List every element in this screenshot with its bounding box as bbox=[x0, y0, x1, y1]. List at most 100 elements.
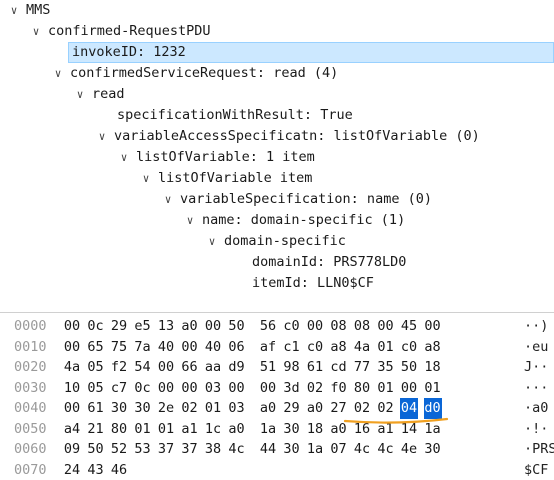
hex-byte[interactable]: 00 bbox=[424, 316, 442, 337]
hex-byte[interactable]: 30 bbox=[283, 419, 301, 440]
hex-byte[interactable]: 4a bbox=[63, 357, 81, 378]
hex-byte[interactable]: c7 bbox=[110, 378, 128, 399]
hex-byte[interactable]: 00 bbox=[63, 316, 81, 337]
hex-byte[interactable]: 75 bbox=[110, 337, 128, 358]
hex-byte[interactable]: 00 bbox=[400, 378, 418, 399]
chevron-down-icon[interactable]: ∨ bbox=[118, 147, 130, 168]
hex-byte[interactable]: 10 bbox=[63, 378, 81, 399]
hex-byte[interactable]: 52 bbox=[110, 439, 128, 460]
hex-byte[interactable]: a8 bbox=[330, 337, 348, 358]
hex-byte[interactable]: 30 bbox=[110, 398, 128, 419]
tree-row[interactable]: domainId: PRS778LD0 bbox=[0, 252, 554, 273]
tree-row[interactable]: ∨ read bbox=[0, 84, 554, 105]
tree-row[interactable]: itemId: LLN0$CF bbox=[0, 273, 554, 294]
hex-byte[interactable]: 05 bbox=[87, 378, 105, 399]
tree-row[interactable]: ∨ variableSpecification: name (0) bbox=[0, 189, 554, 210]
hex-byte[interactable]: 29 bbox=[110, 316, 128, 337]
hex-byte[interactable]: 50 bbox=[228, 316, 246, 337]
hex-byte[interactable]: aa bbox=[204, 357, 222, 378]
hex-byte[interactable]: 4e bbox=[400, 439, 418, 460]
hex-byte[interactable]: 45 bbox=[400, 316, 418, 337]
hex-byte[interactable]: 00 bbox=[181, 337, 199, 358]
hex-byte[interactable]: 08 bbox=[353, 316, 371, 337]
hex-byte[interactable]: a4 bbox=[63, 419, 81, 440]
hex-byte[interactable]: 00 bbox=[204, 316, 222, 337]
hex-byte[interactable]: 56 bbox=[259, 316, 277, 337]
tree-row[interactable]: ∨ MMS bbox=[0, 0, 554, 21]
hex-byte[interactable]: 06 bbox=[228, 337, 246, 358]
hex-byte[interactable]: 1a bbox=[259, 419, 277, 440]
hex-byte[interactable]: 00 bbox=[63, 398, 81, 419]
hex-byte[interactable]: 01 bbox=[204, 398, 222, 419]
chevron-down-icon[interactable]: ∨ bbox=[74, 84, 86, 105]
hex-byte[interactable]: c0 bbox=[400, 337, 418, 358]
hex-byte[interactable]: 44 bbox=[259, 439, 277, 460]
hex-byte[interactable]: 14 bbox=[400, 419, 418, 440]
hex-byte[interactable]: 0c bbox=[134, 378, 152, 399]
tree-row[interactable]: invokeID: 1232 bbox=[0, 42, 554, 63]
hex-byte[interactable]: 01 bbox=[377, 337, 395, 358]
hex-byte[interactable]: a0 bbox=[330, 419, 348, 440]
tree-row[interactable]: ∨ domain-specific bbox=[0, 231, 554, 252]
hex-byte[interactable]: 00 bbox=[228, 378, 246, 399]
hex-byte[interactable]: 37 bbox=[157, 439, 175, 460]
hex-byte[interactable]: 2e bbox=[157, 398, 175, 419]
tree-row[interactable]: ∨ name: domain-specific (1) bbox=[0, 210, 554, 231]
hex-byte[interactable]: 00 bbox=[157, 357, 175, 378]
hex-byte[interactable]: f0 bbox=[330, 378, 348, 399]
chevron-down-icon[interactable]: ∨ bbox=[140, 168, 152, 189]
chevron-down-icon[interactable]: ∨ bbox=[184, 210, 196, 231]
hex-byte[interactable]: 37 bbox=[181, 439, 199, 460]
hex-byte[interactable]: d9 bbox=[228, 357, 246, 378]
hex-byte[interactable]: 46 bbox=[110, 460, 128, 480]
chevron-down-icon[interactable]: ∨ bbox=[96, 126, 108, 147]
hex-byte[interactable]: 30 bbox=[134, 398, 152, 419]
hex-byte[interactable]: 65 bbox=[87, 337, 105, 358]
hex-byte[interactable]: 27 bbox=[330, 398, 348, 419]
hex-byte[interactable]: 50 bbox=[400, 357, 418, 378]
hex-byte[interactable]: 00 bbox=[306, 316, 324, 337]
hex-byte[interactable]: af bbox=[259, 337, 277, 358]
hex-byte[interactable]: 01 bbox=[377, 378, 395, 399]
hex-byte[interactable]: 53 bbox=[134, 439, 152, 460]
hex-byte[interactable]: 05 bbox=[87, 357, 105, 378]
hex-byte[interactable]: 4a bbox=[353, 337, 371, 358]
hex-byte[interactable]: 18 bbox=[424, 357, 442, 378]
hex-byte[interactable]: f2 bbox=[110, 357, 128, 378]
hex-byte[interactable]: 30 bbox=[424, 439, 442, 460]
hex-byte[interactable]: a0 bbox=[306, 398, 324, 419]
hex-byte[interactable]: 24 bbox=[63, 460, 81, 480]
hex-byte[interactable]: 40 bbox=[204, 337, 222, 358]
hex-byte[interactable]: 07 bbox=[330, 439, 348, 460]
tree-row[interactable]: ∨ variableAccessSpecificatn: listOfVariab… bbox=[0, 126, 554, 147]
hex-byte[interactable]: a0 bbox=[259, 398, 277, 419]
hex-byte[interactable]: 00 bbox=[259, 378, 277, 399]
tree-row[interactable]: ∨ confirmed-RequestPDU bbox=[0, 21, 554, 42]
hex-byte[interactable]: 00 bbox=[377, 316, 395, 337]
chevron-down-icon[interactable]: ∨ bbox=[30, 21, 42, 42]
hex-byte[interactable]: a0 bbox=[181, 316, 199, 337]
chevron-down-icon[interactable]: ∨ bbox=[8, 0, 20, 21]
hex-byte[interactable]: 01 bbox=[134, 419, 152, 440]
hex-byte[interactable]: a0 bbox=[228, 419, 246, 440]
chevron-down-icon[interactable]: ∨ bbox=[162, 189, 174, 210]
hex-byte[interactable]: e5 bbox=[134, 316, 152, 337]
hex-byte[interactable]: 61 bbox=[306, 357, 324, 378]
hex-byte[interactable]: 13 bbox=[157, 316, 175, 337]
hex-byte[interactable]: 38 bbox=[204, 439, 222, 460]
hex-byte[interactable]: 40 bbox=[157, 337, 175, 358]
hex-byte[interactable]: 03 bbox=[228, 398, 246, 419]
hex-byte[interactable]: 51 bbox=[259, 357, 277, 378]
hex-byte[interactable]: cd bbox=[330, 357, 348, 378]
hex-byte[interactable]: 02 bbox=[181, 398, 199, 419]
tree-row[interactable]: ∨ listOfVariable: 1 item bbox=[0, 147, 554, 168]
chevron-down-icon[interactable]: ∨ bbox=[206, 231, 218, 252]
hex-byte[interactable]: 61 bbox=[87, 398, 105, 419]
hex-byte[interactable]: 00 bbox=[181, 378, 199, 399]
hex-byte[interactable]: 09 bbox=[63, 439, 81, 460]
hex-byte[interactable]: 50 bbox=[87, 439, 105, 460]
hex-byte[interactable]: 4c bbox=[228, 439, 246, 460]
pane-divider[interactable] bbox=[0, 312, 554, 313]
hex-byte[interactable]: 3d bbox=[283, 378, 301, 399]
hex-byte[interactable]: 7a bbox=[134, 337, 152, 358]
